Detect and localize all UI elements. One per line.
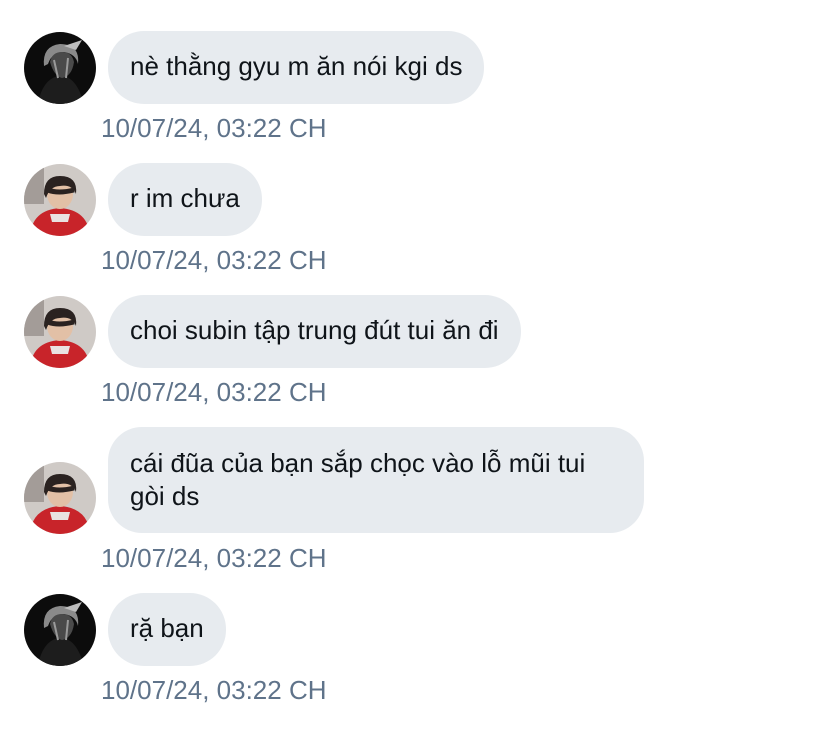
dark-haired-avatar-icon — [24, 32, 96, 104]
red-hoodie-avatar-icon — [24, 462, 96, 534]
dark-haired-avatar-icon — [24, 594, 96, 666]
red-hoodie-avatar-icon — [24, 164, 96, 236]
message-timestamp: 10/07/24, 03:22 CH — [101, 543, 327, 573]
message-thread: nè thằng gyu m ăn nói kgi ds 10/07/24, 0… — [0, 0, 828, 729]
avatar[interactable] — [24, 164, 96, 236]
avatar[interactable] — [24, 594, 96, 666]
red-hoodie-avatar-icon — [24, 296, 96, 368]
avatar[interactable] — [24, 32, 96, 104]
message-bubble[interactable]: rặ bạn — [108, 593, 226, 666]
message-timestamp: 10/07/24, 03:22 CH — [101, 113, 327, 143]
message-bubble[interactable]: cái đũa của bạn sắp chọc vào lỗ mũi tui … — [108, 427, 644, 533]
message-text: nè thằng gyu m ăn nói kgi ds — [130, 51, 463, 81]
avatar[interactable] — [24, 296, 96, 368]
message-text: rặ bạn — [130, 613, 204, 643]
avatar[interactable] — [24, 462, 96, 534]
message-bubble[interactable]: r im chưa — [108, 163, 262, 236]
message-bubble[interactable]: choi subin tập trung đút tui ăn đi — [108, 295, 521, 368]
message-text: choi subin tập trung đút tui ăn đi — [130, 315, 499, 345]
message-text: cái đũa của bạn sắp chọc vào lỗ mũi tui … — [130, 448, 586, 511]
message-bubble[interactable]: nè thằng gyu m ăn nói kgi ds — [108, 31, 485, 104]
message-timestamp: 10/07/24, 03:22 CH — [101, 377, 327, 407]
message-text: r im chưa — [130, 183, 240, 213]
message-timestamp: 10/07/24, 03:22 CH — [101, 675, 327, 705]
message-timestamp: 10/07/24, 03:22 CH — [101, 245, 327, 275]
